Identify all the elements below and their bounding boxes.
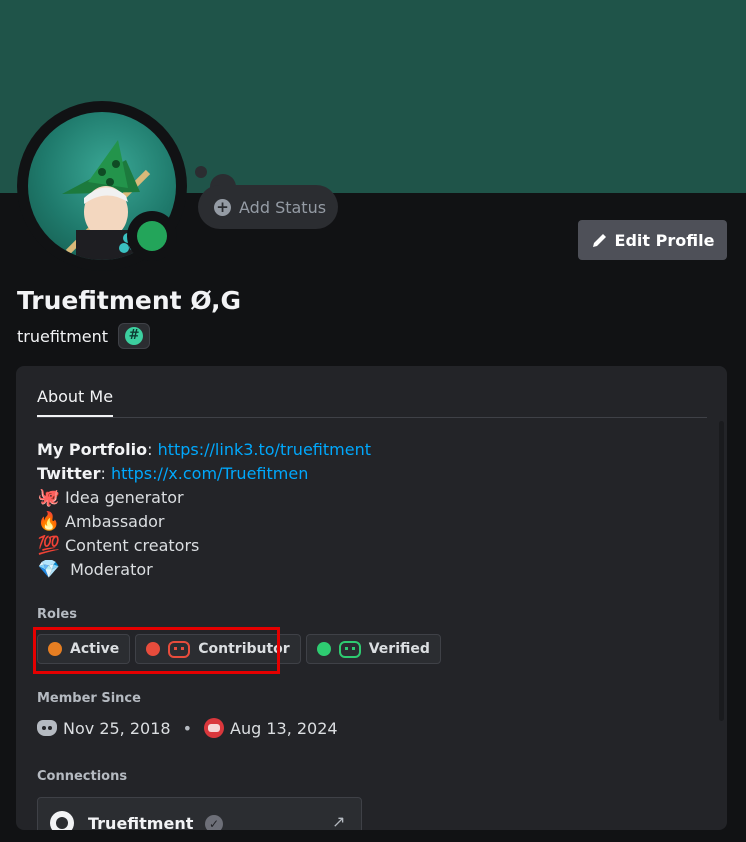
scrollbar[interactable] (719, 421, 724, 721)
pencil-icon (592, 233, 606, 247)
bot-icon (168, 640, 191, 658)
status-bubble-small (195, 166, 207, 178)
edit-profile-label: Edit Profile (614, 230, 715, 250)
server-icon (204, 718, 224, 738)
role-color-dot (48, 642, 62, 656)
server-join-date: Aug 13, 2024 (230, 718, 338, 738)
role-contributor[interactable]: Contributor (135, 634, 301, 664)
bio-line: 🔥 Ambassador (37, 510, 371, 534)
username: truefitment (17, 326, 109, 346)
role-label: Contributor (198, 641, 290, 657)
portfolio-label: My Portfolio (37, 440, 148, 459)
discord-icon (37, 720, 57, 736)
role-verified[interactable]: Verified (305, 634, 441, 664)
connection-item-github[interactable]: Truefitment ✓ ↗ (37, 797, 362, 830)
roles-heading: Roles (37, 607, 77, 622)
tab-about-me[interactable]: About Me (37, 387, 114, 417)
roles-list: Active Contributor Verified (37, 634, 441, 664)
bio-line-text: Ambassador (65, 512, 165, 531)
connections-heading: Connections (37, 769, 128, 784)
bio-line-text: Content creators (65, 536, 200, 555)
role-color-dot (146, 642, 161, 656)
github-icon (50, 811, 74, 830)
discord-join-date: Nov 25, 2018 (63, 718, 171, 738)
bio-twitter-line: Twitter: https://x.com/Truefitmen (37, 464, 309, 483)
edit-profile-button[interactable]: Edit Profile (578, 220, 727, 260)
bio-line-text: Moderator (65, 560, 153, 579)
hash-icon: # (125, 327, 144, 345)
profile-card: About Me My Portfolio: https://link3.to/… (16, 366, 727, 830)
display-name: Truefitment Ø,G (17, 286, 242, 315)
role-color-dot (316, 642, 331, 656)
bio-line-text: Idea generator (65, 488, 184, 507)
octopus-icon: 🐙 (37, 487, 61, 508)
about-me-bio: My Portfolio: https://link3.to/truefitme… (37, 438, 371, 582)
bio-line: 🐙 Idea generator (37, 486, 371, 510)
role-active[interactable]: Active (37, 634, 131, 664)
fire-icon: 🔥 (37, 511, 61, 532)
plus-circle-icon: + (214, 198, 231, 216)
online-status-indicator (137, 221, 167, 251)
username-row: truefitment # (17, 323, 151, 349)
bot-icon (338, 640, 361, 658)
twitter-label: Twitter (37, 464, 101, 483)
member-since-heading: Member Since (37, 691, 141, 706)
twitter-link[interactable]: https://x.com/Truefitmen (111, 464, 308, 483)
portfolio-link[interactable]: https://link3.to/truefitment (158, 440, 371, 459)
verified-check-icon: ✓ (205, 815, 223, 830)
role-label: Active (70, 641, 120, 657)
add-status-label: Add Status (239, 197, 327, 217)
bio-portfolio-line: My Portfolio: https://link3.to/truefitme… (37, 440, 371, 459)
hundred-points-icon: 💯 (37, 535, 61, 556)
add-status-button[interactable]: + Add Status (198, 185, 338, 229)
role-label: Verified (368, 641, 430, 657)
bio-line: 💯 Content creators (37, 534, 371, 558)
hash-badge[interactable]: # (118, 323, 151, 349)
gem-icon: 💎 (37, 559, 61, 580)
bio-line: 💎 Moderator (37, 558, 371, 582)
member-since-row: Nov 25, 2018 • Aug 13, 2024 (37, 718, 338, 738)
connection-name: Truefitment (88, 814, 194, 830)
external-link-icon[interactable]: ↗ (332, 812, 345, 830)
tab-divider (37, 417, 707, 418)
separator-dot: • (182, 718, 192, 738)
